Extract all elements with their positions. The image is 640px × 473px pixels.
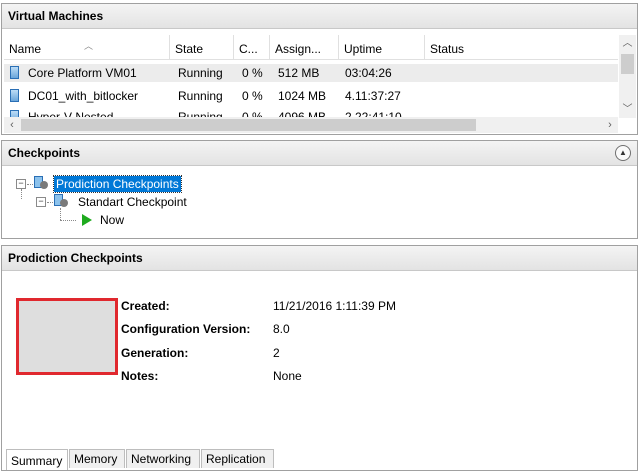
details-panel: Prodiction Checkpoints Created: 11/21/20…: [1, 245, 638, 471]
tab-networking[interactable]: Networking: [126, 449, 200, 468]
vm-uptime: 4.11:37:27: [345, 89, 401, 103]
sort-up-icon: ︿: [84, 41, 94, 51]
checkpoints-panel: Checkpoints ▲ − Prodiction Checkpoints −…: [1, 140, 638, 239]
tree-connector: [21, 189, 22, 199]
vm-uptime: 03:04:26: [345, 66, 392, 80]
column-header-cpu[interactable]: C...: [234, 35, 270, 59]
vm-panel-title: Virtual Machines: [2, 4, 637, 29]
vm-cpu: 0 %: [242, 66, 263, 80]
vm-vertical-scrollbar[interactable]: ︿ ﹀: [619, 35, 636, 118]
checkpoint-thumbnail: [16, 298, 118, 375]
column-header-uptime[interactable]: Uptime: [339, 35, 425, 59]
collapse-up-icon[interactable]: ▲: [615, 145, 631, 161]
vm-list: Core Platform VM01 Running 0 % 512 MB 03…: [4, 59, 618, 119]
play-icon: [82, 214, 92, 226]
vm-table-header: Name ︿ State C... Assign... Uptime Status: [4, 35, 618, 60]
table-row[interactable]: Core Platform VM01 Running 0 % 512 MB 03…: [4, 64, 618, 82]
scroll-down-icon[interactable]: ﹀: [619, 101, 636, 118]
details-tab-strip: Summary Memory Networking Replication: [2, 448, 637, 470]
vm-state: Running: [178, 89, 223, 103]
tree-connector: [60, 220, 76, 221]
checkpoint-icon: [54, 194, 68, 208]
vm-horizontal-scroll-thumb[interactable]: [21, 119, 476, 131]
vm-memory: 512 MB: [278, 66, 320, 80]
tree-connector: [60, 208, 61, 220]
virtual-machines-panel: Virtual Machines Name ︿ State C... Assign…: [1, 3, 638, 135]
generation-label: Generation:: [121, 346, 189, 360]
scroll-left-icon[interactable]: ‹: [4, 117, 20, 133]
vm-name: DC01_with_bitlocker: [28, 89, 139, 103]
vm-vertical-scroll-thumb[interactable]: [621, 54, 634, 74]
table-row[interactable]: DC01_with_bitlocker Running 0 % 1024 MB …: [4, 87, 618, 105]
tab-summary[interactable]: Summary: [6, 449, 68, 470]
checkpoints-title-text: Checkpoints: [8, 146, 81, 160]
vm-memory: 1024 MB: [278, 89, 327, 103]
generation-value: 2: [273, 346, 280, 360]
vm-icon: [10, 89, 19, 102]
vm-name: Core Platform VM01: [28, 66, 137, 80]
tree-collapse-icon[interactable]: −: [36, 197, 46, 207]
config-version-value: 8.0: [273, 322, 290, 336]
column-header-status[interactable]: Status: [425, 35, 618, 59]
column-header-memory[interactable]: Assign...: [270, 35, 339, 59]
tab-memory[interactable]: Memory: [69, 449, 125, 468]
vm-cpu: 0 %: [242, 89, 263, 103]
checkpoints-panel-title: Checkpoints ▲: [2, 141, 637, 166]
column-header-name[interactable]: Name ︿: [4, 35, 170, 59]
tree-item-root[interactable]: Prodiction Checkpoints: [53, 175, 182, 193]
vm-horizontal-scrollbar[interactable]: ‹ ›: [4, 117, 618, 133]
created-label: Created:: [121, 299, 170, 313]
scroll-right-icon[interactable]: ›: [602, 117, 618, 133]
tree-collapse-icon[interactable]: −: [16, 179, 26, 189]
notes-value: None: [273, 369, 302, 383]
tree-connector: [47, 202, 53, 203]
tree-connector: [27, 184, 33, 185]
tree-item-now[interactable]: Now: [98, 212, 126, 228]
vm-icon: [10, 66, 19, 79]
scroll-up-icon[interactable]: ︿: [619, 35, 636, 52]
tree-item-child[interactable]: Standart Checkpoint: [76, 194, 189, 210]
column-header-state[interactable]: State: [170, 35, 234, 59]
config-version-label: Configuration Version:: [121, 322, 251, 336]
checkpoint-icon: [34, 176, 48, 190]
created-value: 11/21/2016 1:11:39 PM: [273, 299, 396, 313]
details-panel-title: Prodiction Checkpoints: [2, 246, 637, 271]
vm-state: Running: [178, 66, 223, 80]
notes-label: Notes:: [121, 369, 159, 383]
tab-replication[interactable]: Replication: [201, 449, 274, 468]
